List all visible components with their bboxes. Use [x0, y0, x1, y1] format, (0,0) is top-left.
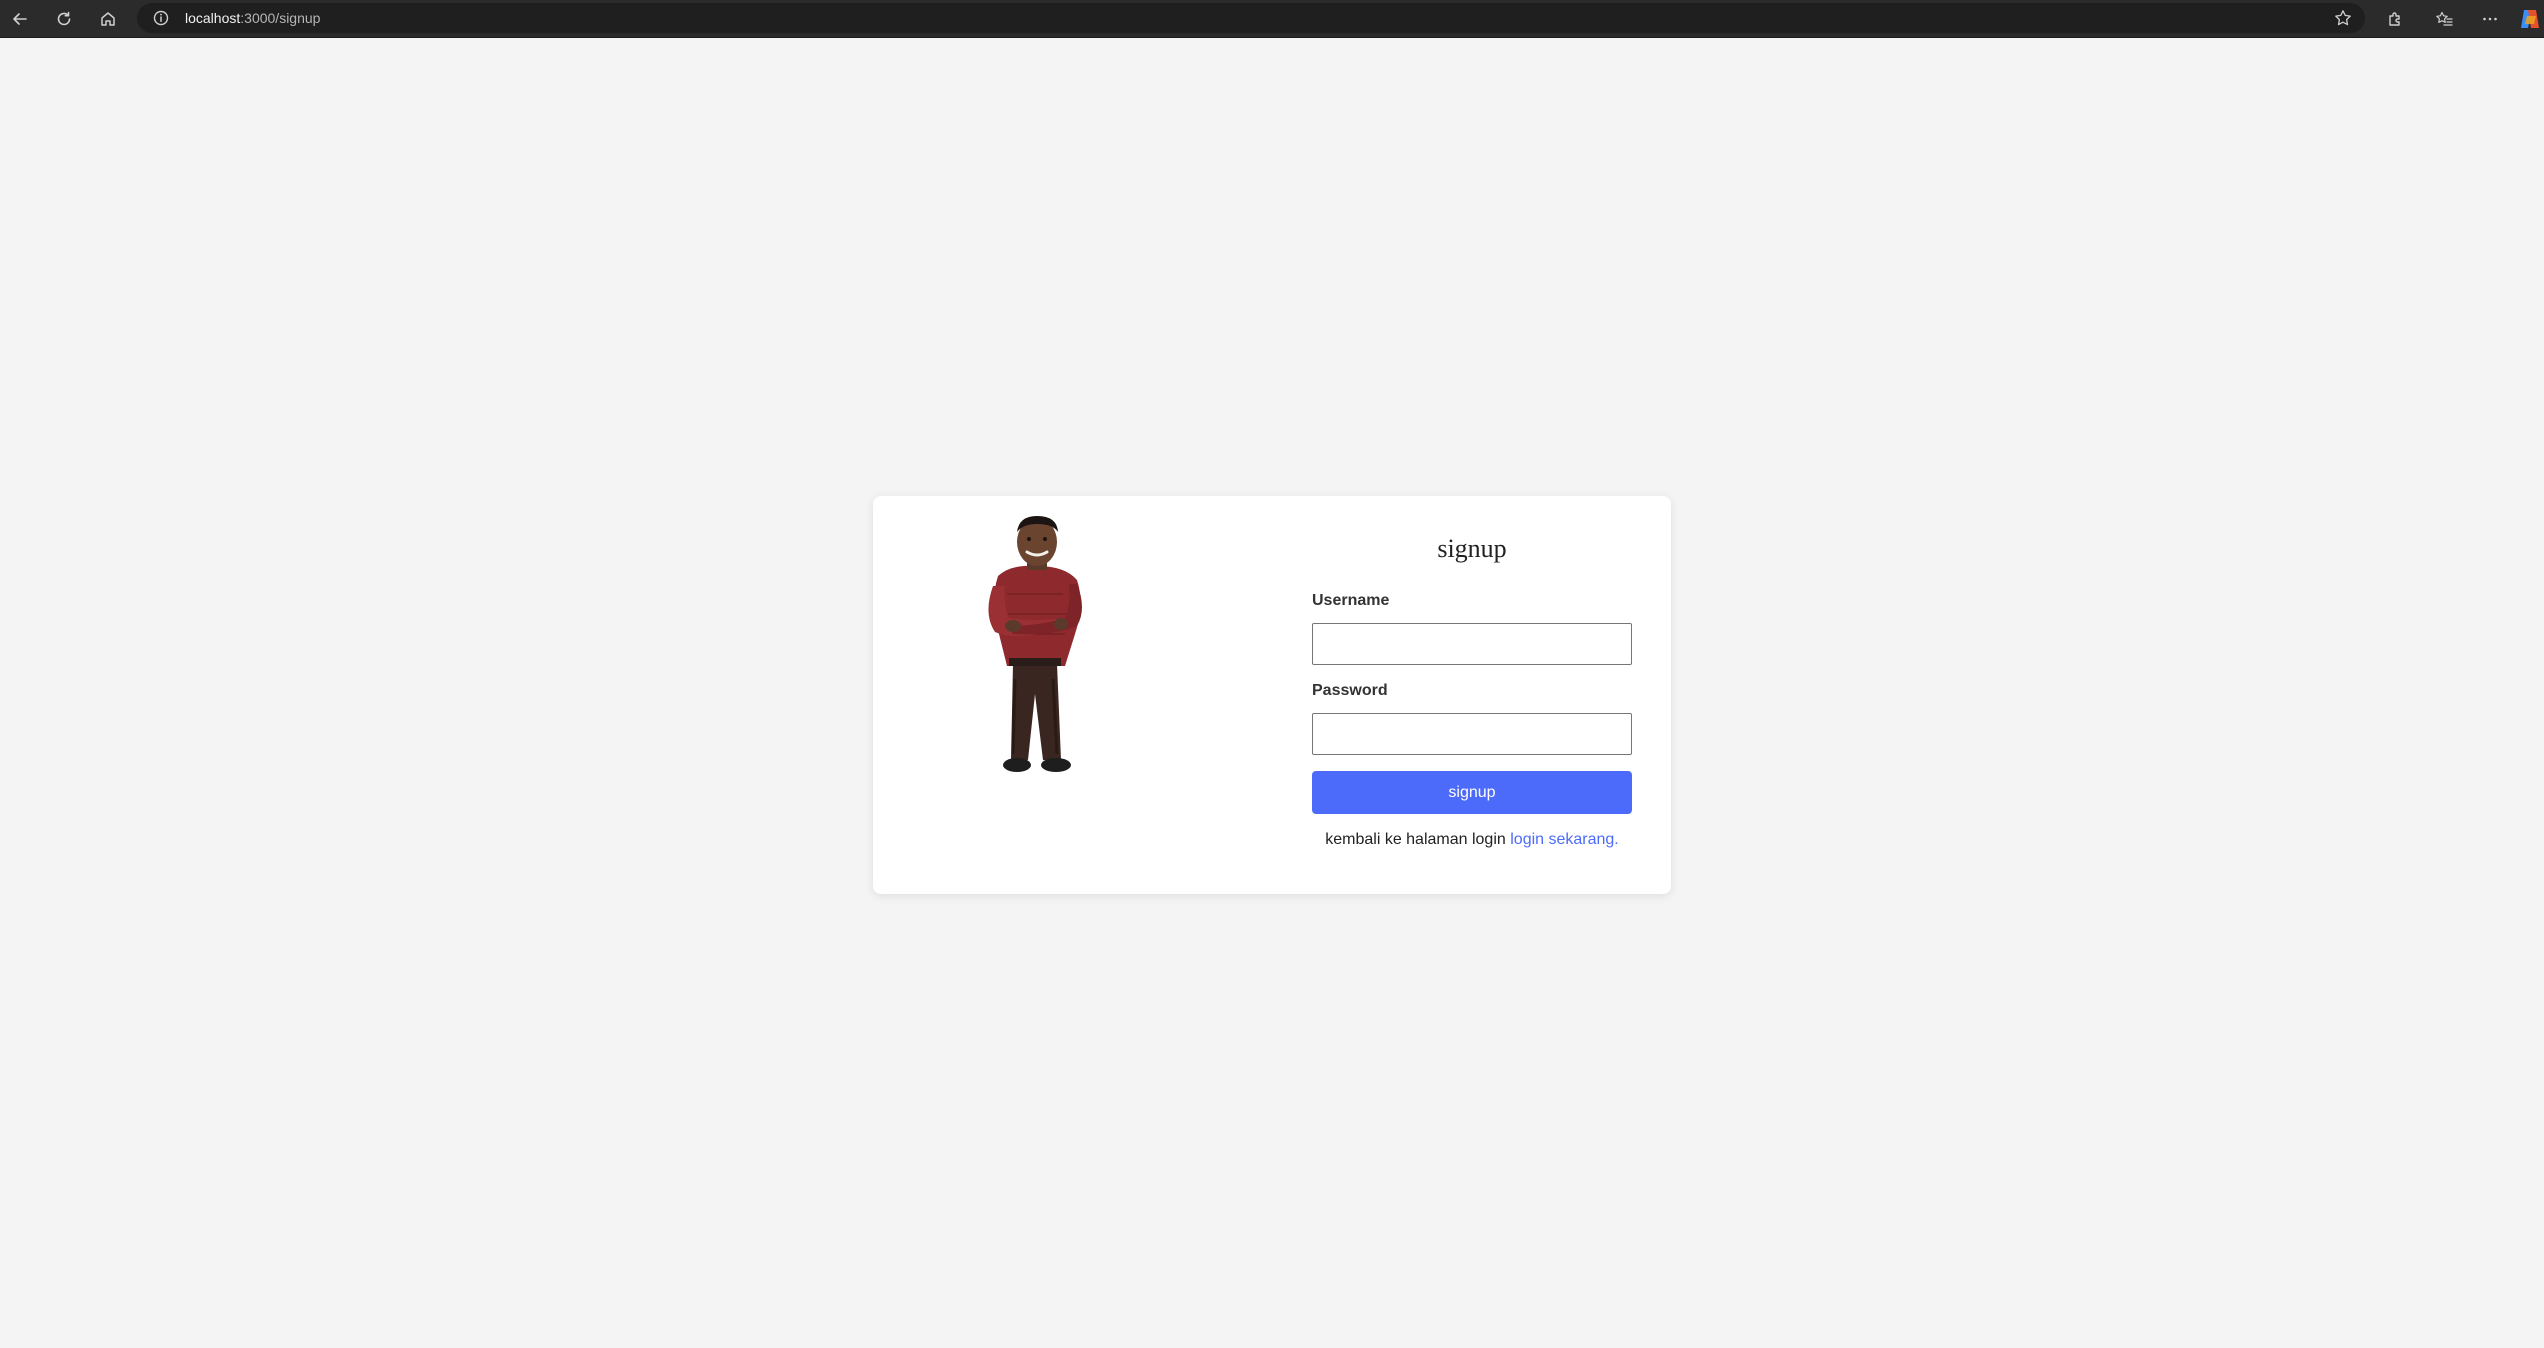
- signup-form: signup Username Password signup kembali …: [1312, 496, 1632, 894]
- url-path: :3000/signup: [240, 10, 321, 26]
- favorites-list-icon: [2436, 11, 2453, 26]
- info-icon[interactable]: [152, 9, 170, 27]
- password-input[interactable]: [1312, 713, 1632, 755]
- url-host: localhost: [185, 10, 241, 26]
- login-link[interactable]: login sekarang.: [1510, 831, 1619, 848]
- character-illustration-icon: [988, 516, 1082, 772]
- refresh-button[interactable]: [49, 4, 79, 34]
- browser-toolbar: localhost:3000/signup: [0, 0, 2544, 38]
- back-arrow-icon: [13, 13, 27, 25]
- more-dots-icon: [2483, 17, 2497, 21]
- signup-button[interactable]: signup: [1312, 771, 1632, 814]
- back-button[interactable]: [5, 4, 35, 34]
- password-label: Password: [1312, 682, 1388, 699]
- login-prompt: kembali ke halaman login login sekarang.: [1312, 831, 1632, 849]
- signup-card: signup Username Password signup kembali …: [873, 496, 1671, 894]
- favorites-button[interactable]: [2429, 4, 2459, 34]
- form-title: signup: [1437, 534, 1507, 563]
- username-label: Username: [1312, 592, 1390, 609]
- more-menu-button[interactable]: [2475, 4, 2505, 34]
- login-prompt-text: kembali ke halaman login: [1325, 831, 1511, 848]
- favorite-star-icon[interactable]: [2333, 8, 2353, 28]
- refresh-icon: [57, 11, 71, 26]
- copilot-icon[interactable]: [2518, 7, 2542, 31]
- username-input[interactable]: [1312, 623, 1632, 665]
- home-icon: [101, 12, 115, 26]
- address-bar[interactable]: localhost:3000/signup: [137, 3, 2365, 33]
- home-button[interactable]: [93, 4, 123, 34]
- url-text[interactable]: localhost:3000/signup: [185, 10, 320, 26]
- puzzle-icon: [2389, 12, 2400, 26]
- extensions-button[interactable]: [2380, 4, 2410, 34]
